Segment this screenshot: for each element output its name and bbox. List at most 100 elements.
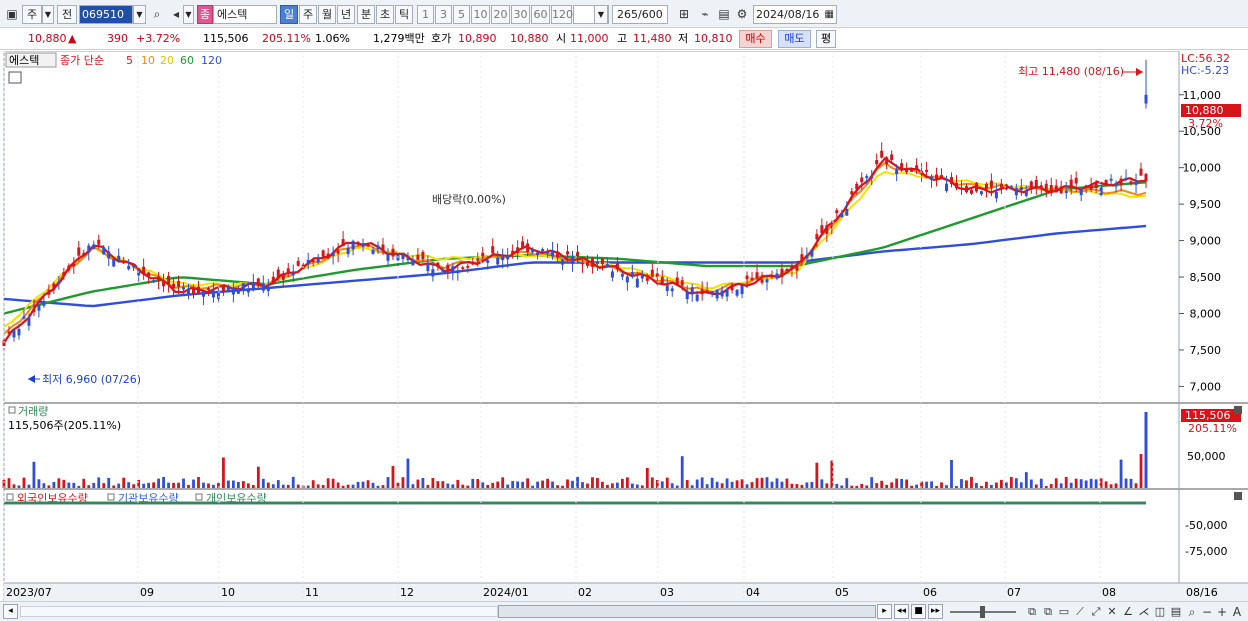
grid-icon[interactable]: ⊞	[676, 6, 692, 22]
legend-individual-box-icon	[195, 493, 203, 501]
volume-bar	[411, 484, 415, 488]
candle-body	[401, 254, 405, 260]
scroll-left-icon[interactable]: ◂	[3, 604, 18, 619]
rewind-icon[interactable]: ◂◂	[894, 604, 909, 619]
tab-day[interactable]: 일	[280, 5, 298, 24]
scroll-track[interactable]	[20, 606, 498, 617]
interval-60[interactable]: 60	[531, 5, 550, 24]
volume-bar	[286, 484, 290, 488]
interval-dropdown-icon[interactable]: ▼	[594, 5, 608, 24]
tab-week[interactable]: 주	[299, 5, 317, 24]
candle-body	[860, 177, 864, 183]
candle-body	[690, 287, 694, 295]
tab-minute[interactable]: 분	[357, 5, 375, 24]
zoom-slider-handle[interactable]	[980, 606, 985, 618]
chart-area[interactable]: 에스텍 종가 단순 5 10 20 60 120 LC:56.32 HC:-5.…	[0, 50, 1248, 603]
candle-body	[989, 180, 993, 188]
interval-10[interactable]: 10	[471, 5, 490, 24]
volume-bar	[67, 482, 71, 488]
print-icon[interactable]: ▤	[1168, 604, 1184, 620]
candle-body	[1049, 184, 1053, 194]
volume-bar	[117, 483, 121, 488]
search-icon[interactable]: ⌕	[149, 6, 165, 22]
plus-icon[interactable]: +	[1214, 604, 1230, 620]
wave-icon[interactable]: ⌁	[697, 6, 713, 22]
minus-icon[interactable]: −	[1199, 604, 1215, 620]
scroll-right-icon[interactable]: ▸	[877, 604, 892, 619]
draw-line-icon[interactable]: ⟋	[1072, 604, 1088, 620]
trend-icon[interactable]: ⤢	[1088, 604, 1104, 620]
candle-body	[246, 288, 250, 293]
stock-code-input[interactable]: 069510	[79, 5, 133, 24]
tab-second[interactable]: 초	[376, 5, 394, 24]
volume-bar	[1089, 478, 1093, 488]
candle-body	[1009, 186, 1013, 189]
bid-price-1: 10,890	[458, 32, 497, 45]
gear-icon[interactable]: ⚙	[734, 6, 750, 22]
candle-body	[221, 285, 225, 292]
speaker-dropdown-icon[interactable]: ▼	[183, 5, 194, 24]
price-tick-label: 9,000	[1190, 235, 1222, 248]
layout-icon[interactable]: ▭	[1056, 604, 1072, 620]
interval-120[interactable]: 120	[551, 5, 573, 24]
interval-20[interactable]: 20	[491, 5, 510, 24]
calculator-icon[interactable]	[8, 71, 22, 84]
volume-bar	[202, 482, 205, 488]
volume-panel-close-icon[interactable]	[1234, 406, 1242, 414]
up-arrow-icon: ▲	[68, 32, 77, 45]
zoom-icon[interactable]: ⌕	[1184, 604, 1200, 620]
volume-bar	[431, 478, 435, 488]
angle-icon[interactable]: ∠	[1120, 604, 1136, 620]
save-icon[interactable]: ▤	[716, 6, 732, 22]
volume-bar	[760, 477, 764, 488]
interval-3[interactable]: 3	[435, 5, 452, 24]
volume-bar	[356, 481, 360, 488]
candle-body	[486, 260, 490, 263]
speaker-icon[interactable]: ◂	[168, 6, 184, 22]
code-dropdown-icon[interactable]: ▼	[133, 5, 146, 24]
window-split-icon[interactable]: ⧉	[1024, 604, 1040, 620]
fast-forward-icon[interactable]: ▸▸	[928, 604, 943, 619]
volume-bar	[107, 477, 111, 488]
prev-button[interactable]: 전	[57, 5, 77, 24]
holdings-panel-box-icon[interactable]	[6, 493, 14, 501]
candle-body	[580, 262, 584, 265]
tab-year[interactable]: 년	[337, 5, 355, 24]
camera-icon[interactable]: ◫	[1152, 604, 1168, 620]
tab-month[interactable]: 월	[318, 5, 336, 24]
calendar-icon[interactable]: ▦	[825, 6, 834, 23]
interval-30[interactable]: 30	[511, 5, 530, 24]
interval-1[interactable]: 1	[417, 5, 434, 24]
window-icon[interactable]: ▣	[4, 6, 20, 22]
candle-last-body	[1144, 94, 1148, 104]
holdings-panel-close-icon[interactable]	[1234, 492, 1242, 500]
buy-button[interactable]: 매수	[739, 30, 772, 48]
candle-body	[157, 276, 161, 282]
interval-5[interactable]: 5	[453, 5, 470, 24]
font-size-icon[interactable]: A	[1229, 604, 1245, 620]
stock-chart[interactable]: 에스텍 종가 단순 5 10 20 60 120 LC:56.32 HC:-5.…	[0, 50, 1248, 603]
candle-body	[1029, 181, 1033, 190]
tab-tick[interactable]: 틱	[395, 5, 413, 24]
count-value: 265	[617, 8, 638, 21]
volume-bar	[27, 484, 31, 488]
stop-icon[interactable]: ■	[911, 604, 926, 619]
chevron-down-icon[interactable]: ▼	[42, 5, 54, 24]
volume-bar	[556, 485, 559, 488]
volume-bar	[331, 478, 335, 488]
fan-icon[interactable]: ⋌	[1136, 604, 1152, 620]
period-select[interactable]: 주	[22, 5, 42, 24]
window-copy-icon[interactable]: ⧉	[1040, 604, 1056, 620]
volume-bar	[830, 460, 834, 488]
stock-name-field[interactable]: 에스텍	[213, 5, 277, 24]
date-field[interactable]: 2024/08/16 ▦	[753, 5, 837, 24]
volume-bar	[62, 479, 66, 488]
sell-button[interactable]: 매도	[778, 30, 811, 48]
volume-panel-box-icon[interactable]	[8, 406, 16, 414]
candle-body	[57, 281, 61, 285]
count-field[interactable]: 265/600	[612, 5, 668, 24]
eval-button[interactable]: 평	[816, 30, 836, 48]
candle-body	[999, 183, 1003, 188]
scroll-thumb[interactable]	[498, 605, 876, 618]
cross-icon[interactable]: ✕	[1104, 604, 1120, 620]
